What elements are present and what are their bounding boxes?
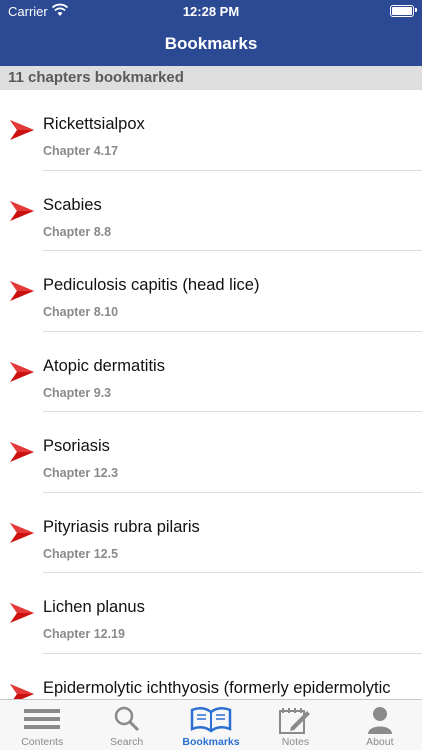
status-bar: Carrier 12:28 PM [0, 0, 422, 22]
bookmark-title: Psoriasis [43, 437, 110, 455]
bookmark-arrow-icon [9, 521, 35, 545]
bookmark-title: Scabies [43, 195, 102, 214]
bookmark-arrow-icon [9, 682, 35, 699]
person-icon [367, 707, 392, 734]
bookmark-row[interactable]: Lichen planus Chapter 12.19 [0, 573, 422, 654]
bookmark-chapter: Chapter 12.3 [43, 466, 119, 480]
bookmark-chapter: Chapter 8.10 [43, 305, 119, 319]
tab-label: Contents [21, 736, 64, 748]
battery-tip [415, 8, 417, 12]
bookmark-chapter: Chapter 4.17 [43, 144, 119, 158]
bookmark-chapter: Chapter 9.3 [43, 385, 112, 400]
bookmark-count: 11 chapters bookmarked [8, 69, 184, 86]
tab-contents[interactable]: Contents [0, 700, 84, 750]
bookmark-chapter: Chapter 8.8 [43, 224, 112, 239]
notepad-icon [279, 708, 311, 734]
tab-label: About [366, 736, 394, 748]
bookmark-arrow-icon [9, 199, 35, 223]
tab-bookmarks[interactable]: Bookmarks [169, 700, 253, 750]
bookmark-row[interactable]: Pediculosis capitis (head lice) Chapter 8… [0, 251, 422, 332]
page-title: Bookmarks [164, 34, 258, 53]
bookmark-row[interactable]: Pityriasis rubra pilaris Chapter 12.5 [0, 493, 422, 573]
search-icon [114, 706, 139, 732]
tab-label: Bookmarks [182, 736, 240, 748]
bookmark-row[interactable]: Atopic dermatitis Chapter 9.3 [0, 332, 422, 412]
bookmark-arrow-icon [9, 118, 35, 142]
bookmark-row[interactable]: Psoriasis Chapter 12.3 [0, 412, 422, 493]
bookmark-title: Atopic dermatitis [43, 356, 165, 375]
section-header: 11 chapters bookmarked [0, 66, 422, 90]
bookmark-row[interactable]: Scabies Chapter 8.8 [0, 171, 422, 251]
bookmark-arrow-icon [9, 279, 35, 303]
open-book-icon [190, 707, 232, 733]
tab-search[interactable]: Search [84, 700, 168, 750]
bookmark-title: Lichen planus [43, 598, 145, 616]
status-time: 12:28 PM [182, 4, 240, 19]
tab-bar: Contents Search Bookmarks Notes About [0, 699, 422, 750]
tab-label: Notes [281, 736, 310, 748]
bookmark-arrow-icon [9, 440, 35, 464]
bookmark-arrow-icon [9, 601, 35, 625]
battery-icon [390, 5, 414, 17]
bookmark-title: Pityriasis rubra pilaris [43, 517, 200, 536]
list-icon [24, 709, 61, 729]
bookmark-chapter: Chapter 12.5 [43, 546, 119, 561]
tab-about[interactable]: About [338, 700, 422, 750]
bookmark-row[interactable]: Rickettsialpox Chapter 4.17 [0, 90, 422, 171]
navigation-bar: Bookmarks [0, 22, 422, 66]
tab-label: Search [109, 736, 144, 748]
bookmark-arrow-icon [9, 360, 35, 384]
bookmark-row[interactable]: Epidermolytic ichthyosis (formerly epide… [0, 654, 422, 700]
bookmark-title: Pediculosis capitis (head lice) [43, 276, 260, 294]
bookmark-chapter: Chapter 12.19 [43, 627, 125, 641]
bookmark-title: Rickettsialpox [43, 115, 145, 133]
tab-notes[interactable]: Notes [253, 700, 337, 750]
bookmark-title: Epidermolytic ichthyosis (formerly epide… [43, 678, 391, 700]
bookmark-list[interactable]: Rickettsialpox Chapter 4.17 Scabies Chapter… [0, 90, 422, 699]
